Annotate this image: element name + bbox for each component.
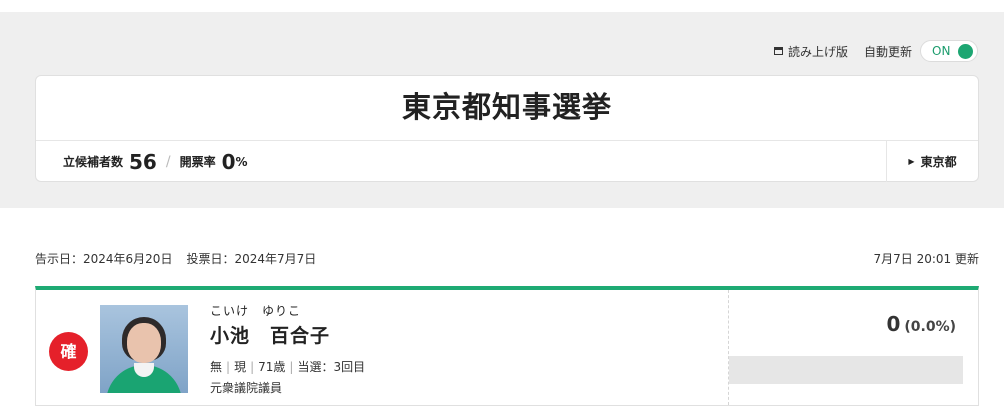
- updated-time: 7月7日 20:01 更新: [873, 252, 979, 266]
- election-title: 東京都知事選挙: [36, 76, 978, 141]
- prefecture-link[interactable]: ▶ 東京都: [886, 141, 978, 182]
- candidate-status: 現: [234, 360, 247, 374]
- toggle-state-label: ON: [932, 44, 951, 58]
- candidate-meta: 無 | 現 | 71歳 | 当選：3回目: [210, 360, 366, 374]
- auto-update-label: 自動更新: [863, 44, 912, 59]
- toggle-knob-icon: [958, 43, 973, 59]
- counting-rate-unit: %: [235, 154, 248, 169]
- counting-rate-label: 開票率: [179, 155, 216, 169]
- triangle-right-icon: ▶: [908, 157, 915, 166]
- vote-count-box: 0 (0.0%): [886, 312, 956, 336]
- read-aloud-link[interactable]: 読み上げ版: [773, 43, 848, 60]
- candidate-photo: [100, 305, 188, 393]
- candidate-info: こいけ ゆりこ 小池 百合子 無 | 現 | 71歳 | 当選：3回目 元衆議院議員: [210, 302, 365, 396]
- candidate-name: 小池 百合子: [210, 325, 331, 347]
- election-dates: 告示日：2024年6月20日 投票日：2024年7月7日: [35, 250, 316, 267]
- candidate-age: 71歳: [258, 360, 286, 374]
- candidates-count: 56: [129, 149, 157, 174]
- candidate-party: 無: [210, 360, 223, 374]
- read-aloud-label: 読み上げ版: [787, 44, 848, 59]
- utility-bar: 読み上げ版 自動更新 ON: [773, 40, 978, 62]
- candidate-kana: こいけ ゆりこ: [210, 304, 302, 318]
- vote-count: 0: [886, 312, 901, 336]
- stats-row: 立候補者数 56 / 開票率 0 % ▶ 東京都: [36, 141, 978, 182]
- vote-area: 0 (0.0%): [728, 290, 978, 405]
- announce-date: 告示日：2024年6月20日: [35, 252, 173, 266]
- counting-rate-value: 0: [221, 149, 236, 174]
- candidate-elected-times: 当選：3回目: [297, 360, 366, 374]
- prefecture-link-label: 東京都: [920, 155, 957, 169]
- auto-update-toggle[interactable]: ON: [920, 40, 978, 62]
- vote-percent: (0.0%): [904, 319, 956, 335]
- read-aloud-icon: [773, 47, 783, 55]
- stats-divider: /: [165, 153, 171, 170]
- election-title-card: 東京都知事選挙 立候補者数 56 / 開票率 0 % ▶ 東京都: [35, 75, 979, 182]
- elected-badge: 確: [49, 332, 88, 371]
- candidate-career: 元衆議院議員: [210, 381, 283, 395]
- vote-share-bar: [729, 356, 963, 384]
- candidates-label: 立候補者数: [63, 155, 124, 169]
- vote-date: 投票日：2024年7月7日: [186, 252, 317, 266]
- candidate-row[interactable]: 確 こいけ ゆりこ 小池 百合子 無 | 現 | 71歳 | 当選：3回目 元衆議院議員 0…: [35, 286, 979, 406]
